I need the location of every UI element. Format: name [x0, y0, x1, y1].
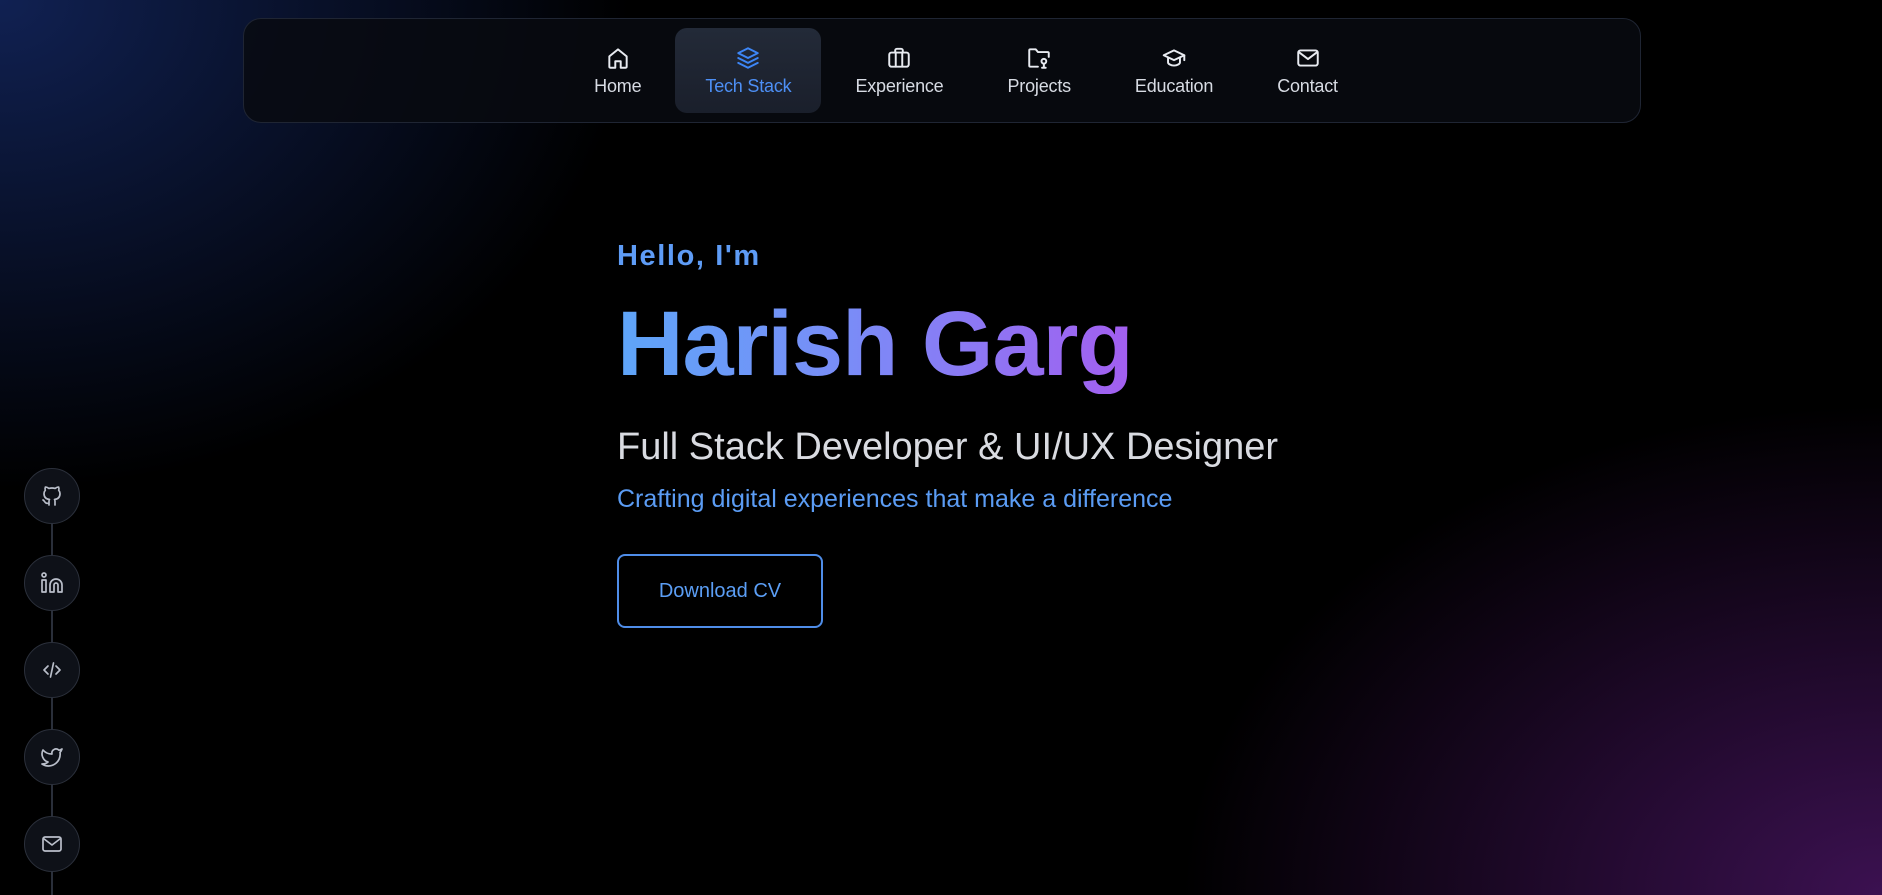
download-cv-button[interactable]: Download CV [617, 554, 823, 628]
code-icon [43, 662, 61, 678]
twitter-link[interactable] [24, 729, 80, 785]
github-icon [42, 486, 61, 506]
nav-item-projects[interactable]: Projects [978, 28, 1101, 113]
email-link[interactable] [24, 816, 80, 872]
nav-label: Projects [1007, 75, 1072, 96]
twitter-icon [41, 748, 63, 767]
nav-item-home[interactable]: Home [564, 28, 671, 113]
briefcase-icon [888, 47, 911, 68]
mail-icon [42, 836, 62, 852]
github-link[interactable] [24, 468, 80, 524]
top-navbar: Home Tech Stack Experience Projects Educ… [243, 18, 1641, 123]
nav-label: Experience [855, 75, 944, 96]
hero-section: Hello, I'm Harish Garg Full Stack Develo… [617, 236, 1278, 628]
nav-label: Tech Stack [705, 75, 792, 96]
nav-item-experience[interactable]: Experience [825, 28, 973, 113]
hero-name: Harish Garg [617, 293, 1134, 395]
linkedin-link[interactable] [24, 555, 80, 611]
nav-item-education[interactable]: Education [1105, 28, 1243, 113]
graduation-cap-icon [1162, 48, 1186, 67]
hero-greeting: Hello, I'm [617, 240, 761, 272]
nav-label: Home [594, 75, 642, 96]
nav-label: Contact [1277, 75, 1338, 96]
linkedin-icon [41, 572, 63, 593]
nav-items: Home Tech Stack Experience Projects Educ… [564, 28, 1368, 113]
hero-role: Full Stack Developer & UI/UX Designer [617, 426, 1279, 468]
home-icon [608, 47, 628, 69]
mail-icon [1296, 48, 1319, 67]
nav-item-contact[interactable]: Contact [1247, 28, 1368, 113]
layers-icon [737, 46, 760, 69]
folder-code-icon [1028, 47, 1050, 69]
nav-label: Education [1134, 75, 1214, 96]
code-link[interactable] [24, 642, 80, 698]
hero-tagline: Crafting digital experiences that make a… [617, 485, 1173, 513]
nav-item-tech-stack[interactable]: Tech Stack [675, 28, 822, 113]
